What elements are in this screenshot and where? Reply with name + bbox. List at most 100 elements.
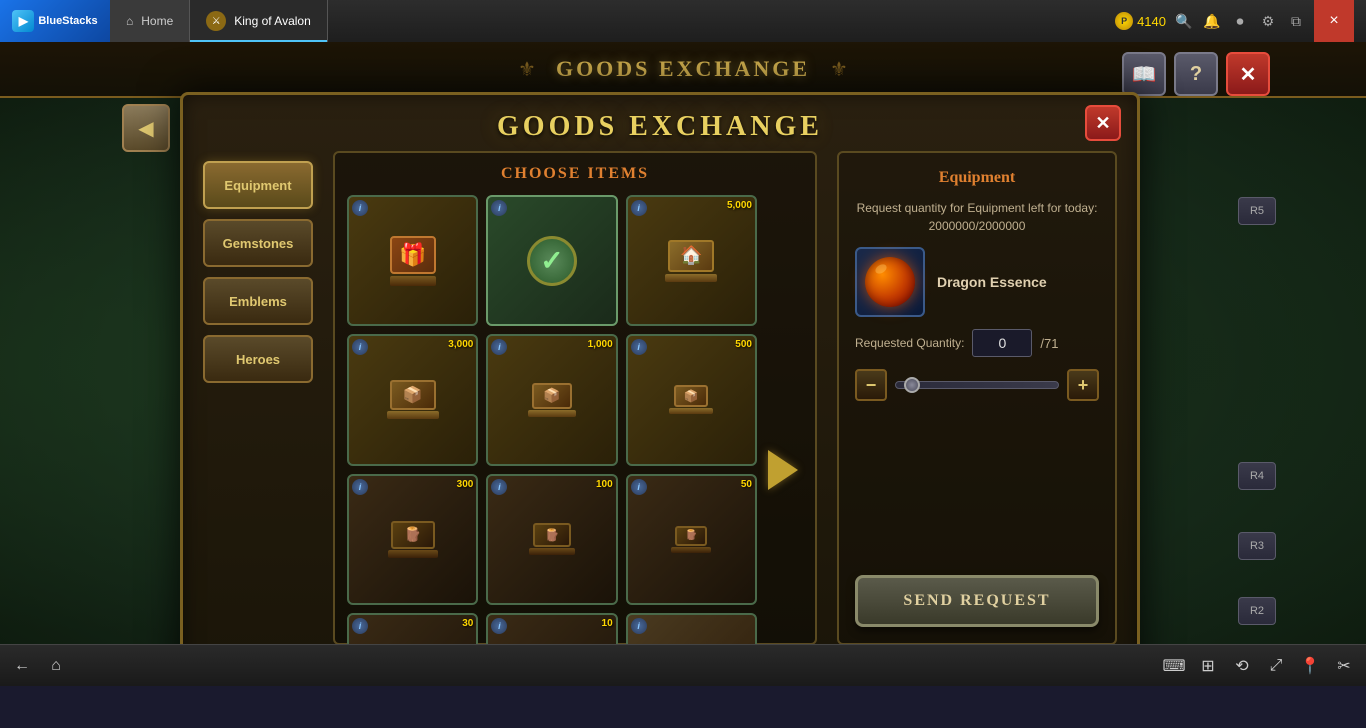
tab-game[interactable]: ⚔ King of Avalon — [190, 0, 328, 42]
titlebar-right: P 4140 🔍 🔔 ⏺ ⚙ ⧉ × — [1115, 0, 1366, 42]
taskbar-grid-icon[interactable]: ⊞ — [1194, 652, 1222, 680]
shelf-5000-icon: 🏠 — [665, 240, 717, 282]
item-chest-50[interactable]: i 50 🪵 — [626, 474, 757, 605]
category-heroes-label: Heroes — [236, 352, 280, 367]
record-icon[interactable]: ⏺ — [1230, 11, 1250, 31]
taskbar-home-icon[interactable]: ⌂ — [42, 652, 70, 680]
send-request-button[interactable]: SEND REQUEST — [855, 575, 1099, 627]
chest-large-icon: 🎁 — [390, 236, 436, 286]
close-icon: ✕ — [1240, 62, 1257, 87]
rank-badge-r5: R5 — [1238, 197, 1276, 225]
items-grid: i 🎁 i ✓ — [347, 195, 757, 686]
taskbar-right-icons: ⌨ ⊞ ⟲ ⤢ 📍 ✂ — [1160, 652, 1366, 680]
coin-value: 4140 — [1137, 14, 1166, 29]
ornament-left: ⚜ — [518, 57, 536, 82]
book-button[interactable]: 📖 — [1122, 52, 1166, 96]
category-heroes[interactable]: Heroes — [203, 335, 313, 383]
item-chest-300[interactable]: i 300 🪵 — [347, 474, 478, 605]
back-icon: ◀ — [138, 116, 153, 141]
slider-row: − + — [855, 369, 1099, 401]
shelf-500-icon: 📦 — [669, 385, 713, 414]
taskbar-expand-icon[interactable]: ⤢ — [1262, 652, 1290, 680]
game-icon: ⚔ — [206, 11, 226, 31]
taskbar-scissors-icon[interactable]: ✂ — [1330, 652, 1358, 680]
send-request-label: SEND REQUEST — [903, 592, 1050, 610]
qty-decrease-button[interactable]: − — [855, 369, 887, 401]
qty-slider[interactable] — [895, 381, 1059, 389]
item-chest-500[interactable]: i 500 📦 — [626, 334, 757, 465]
item-selected[interactable]: i ✓ — [486, 195, 617, 326]
chest-icon: 🎁 — [399, 242, 426, 268]
item-qty-100: 100 — [596, 479, 613, 490]
bs-icon: ▶ — [12, 10, 34, 32]
settings-icon[interactable]: ⚙ — [1258, 11, 1278, 31]
info-icon-2[interactable]: i — [491, 200, 507, 216]
right-panel-description: Request quantity for Equipment left for … — [855, 199, 1099, 235]
info-icon-1[interactable]: i — [352, 200, 368, 216]
shelf-1000-icon: 📦 — [528, 383, 576, 417]
item-qty-3000: 3,000 — [448, 339, 473, 350]
info-icon-11[interactable]: i — [491, 618, 507, 634]
item-preview — [855, 247, 925, 317]
taskbar-keyboard-icon[interactable]: ⌨ — [1160, 652, 1188, 680]
info-icon-5[interactable]: i — [491, 339, 507, 355]
info-icon-8[interactable]: i — [491, 479, 507, 495]
coin-icon: P — [1115, 12, 1133, 30]
check-circle: ✓ — [527, 236, 577, 286]
shelf-100-icon: 🪵 — [529, 523, 575, 555]
main-close-button[interactable]: ✕ — [1226, 52, 1270, 96]
help-button[interactable]: ? — [1174, 52, 1218, 96]
category-emblems[interactable]: Emblems — [203, 277, 313, 325]
item-chest-1000[interactable]: i 1,000 📦 — [486, 334, 617, 465]
qty-increase-button[interactable]: + — [1067, 369, 1099, 401]
category-gemstones[interactable]: Gemstones — [203, 219, 313, 267]
dialog-title: GOODS EXCHANGE — [497, 111, 823, 142]
back-button[interactable]: ◀ — [122, 104, 170, 152]
help-icon: ? — [1190, 63, 1202, 86]
item-chest-large[interactable]: i 🎁 — [347, 195, 478, 326]
info-icon-7[interactable]: i — [352, 479, 368, 495]
quantity-input[interactable] — [972, 329, 1032, 357]
book-icon: 📖 — [1132, 62, 1157, 87]
taskbar-back-icon[interactable]: ← — [8, 652, 36, 680]
info-icon-4[interactable]: i — [352, 339, 368, 355]
right-panel: Equipment Request quantity for Equipment… — [837, 151, 1117, 645]
category-gemstones-label: Gemstones — [223, 236, 294, 251]
dragon-essence-icon — [865, 257, 915, 307]
tab-home[interactable]: ⌂ Home — [110, 0, 190, 42]
item-chest-100[interactable]: i 100 🪵 — [486, 474, 617, 605]
category-equipment[interactable]: Equipment — [203, 161, 313, 209]
plus-icon: + — [1078, 375, 1089, 396]
category-equipment-label: Equipment — [224, 178, 291, 193]
info-icon-9[interactable]: i — [631, 479, 647, 495]
slider-thumb — [904, 377, 920, 393]
info-icon-6[interactable]: i — [631, 339, 647, 355]
restore-icon[interactable]: ⧉ — [1286, 11, 1306, 31]
goods-exchange-dialog: GOODS EXCHANGE ✕ Equipment Gemstones Emb… — [180, 92, 1140, 686]
window-close-button[interactable]: × — [1314, 0, 1354, 42]
item-chest-3000[interactable]: i 3,000 📦 — [347, 334, 478, 465]
info-icon-3[interactable]: i — [631, 200, 647, 216]
taskbar-location-icon[interactable]: 📍 — [1296, 652, 1324, 680]
item-chest-5000[interactable]: i 5,000 🏠 — [626, 195, 757, 326]
game-area: ⚜ GOODS EXCHANGE ⚜ 📖 ? ✕ ◀ R5 R4 R3 R2 G… — [0, 42, 1366, 686]
items-panel: CHOOSE ITEMS i 🎁 — [333, 151, 817, 645]
chest-base — [390, 276, 436, 286]
search-icon[interactable]: 🔍 — [1174, 11, 1194, 31]
item-qty-10: 10 — [602, 618, 613, 629]
item-qty-5000: 5,000 — [727, 200, 752, 211]
info-icon-12[interactable]: i — [631, 618, 647, 634]
item-qty-1000: 1,000 — [588, 339, 613, 350]
bell-icon[interactable]: 🔔 — [1202, 11, 1222, 31]
dialog-close-icon: ✕ — [1095, 113, 1110, 134]
item-preview-name: Dragon Essence — [937, 274, 1047, 290]
selected-item-row: Dragon Essence — [855, 247, 1099, 317]
rank-badge-r3: R3 — [1238, 532, 1276, 560]
shelf-3000-icon: 📦 — [387, 380, 439, 419]
rank-badge-r4: R4 — [1238, 462, 1276, 490]
taskbar-rotate-icon[interactable]: ⟲ — [1228, 652, 1256, 680]
bluestacks-logo: ▶ BlueStacks — [0, 0, 110, 42]
info-icon-10[interactable]: i — [352, 618, 368, 634]
arrow-section — [763, 450, 803, 490]
dialog-close-button[interactable]: ✕ — [1085, 105, 1121, 141]
